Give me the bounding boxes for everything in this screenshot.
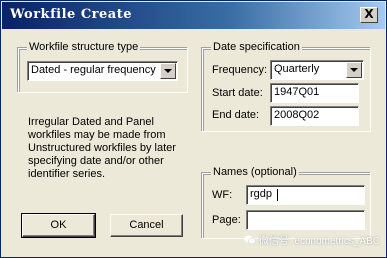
page-name-field[interactable] bbox=[246, 210, 365, 230]
structure-type-legend: Workfile structure type bbox=[27, 41, 141, 53]
watermark-text: 微信号: econometrics_ABC bbox=[258, 236, 380, 247]
end-date-field[interactable]: 2008Q02 bbox=[270, 106, 359, 126]
start-date-field[interactable]: 1947Q01 bbox=[270, 83, 359, 103]
wechat-icon bbox=[244, 235, 256, 245]
wf-name-value: rgdp bbox=[250, 188, 273, 200]
frequency-value: Quarterly bbox=[274, 63, 320, 75]
info-text: Irregular Dated and Panel workfiles may … bbox=[28, 116, 176, 180]
close-button[interactable]: X bbox=[360, 7, 378, 23]
dialog-title: Workfile Create bbox=[10, 7, 132, 22]
cancel-button[interactable]: Cancel bbox=[110, 214, 183, 237]
page-label: Page: bbox=[212, 214, 241, 226]
ok-button[interactable]: OK bbox=[21, 213, 96, 238]
frequency-label: Frequency: bbox=[212, 64, 268, 76]
workfile-create-dialog: Workfile Create X Workfile structure typ… bbox=[0, 0, 387, 258]
date-specification-legend: Date specification bbox=[211, 41, 302, 53]
start-date-label: Start date: bbox=[212, 87, 263, 99]
wf-label: WF: bbox=[212, 189, 233, 201]
wf-name-field[interactable]: rgdp bbox=[246, 185, 365, 205]
chevron-down-icon[interactable] bbox=[346, 62, 362, 78]
frequency-select[interactable]: Quarterly bbox=[270, 60, 364, 80]
watermark: 微信号: econometrics_ABC bbox=[244, 232, 380, 247]
date-specification-group: Date specification Frequency: Quarterly … bbox=[202, 41, 371, 132]
close-icon: X bbox=[364, 7, 374, 21]
structure-type-select[interactable]: Dated - regular frequency bbox=[27, 61, 178, 81]
structure-type-group: Workfile structure type Dated - regular … bbox=[18, 41, 188, 93]
names-group: Names (optional) WF: rgdp Page: bbox=[202, 166, 371, 239]
title-bar[interactable]: Workfile Create X bbox=[2, 2, 385, 29]
end-date-label: End date: bbox=[212, 109, 260, 121]
text-caret bbox=[277, 189, 278, 201]
chevron-down-icon[interactable] bbox=[160, 63, 176, 79]
structure-type-value: Dated - regular frequency bbox=[31, 64, 156, 76]
names-legend: Names (optional) bbox=[211, 166, 299, 178]
